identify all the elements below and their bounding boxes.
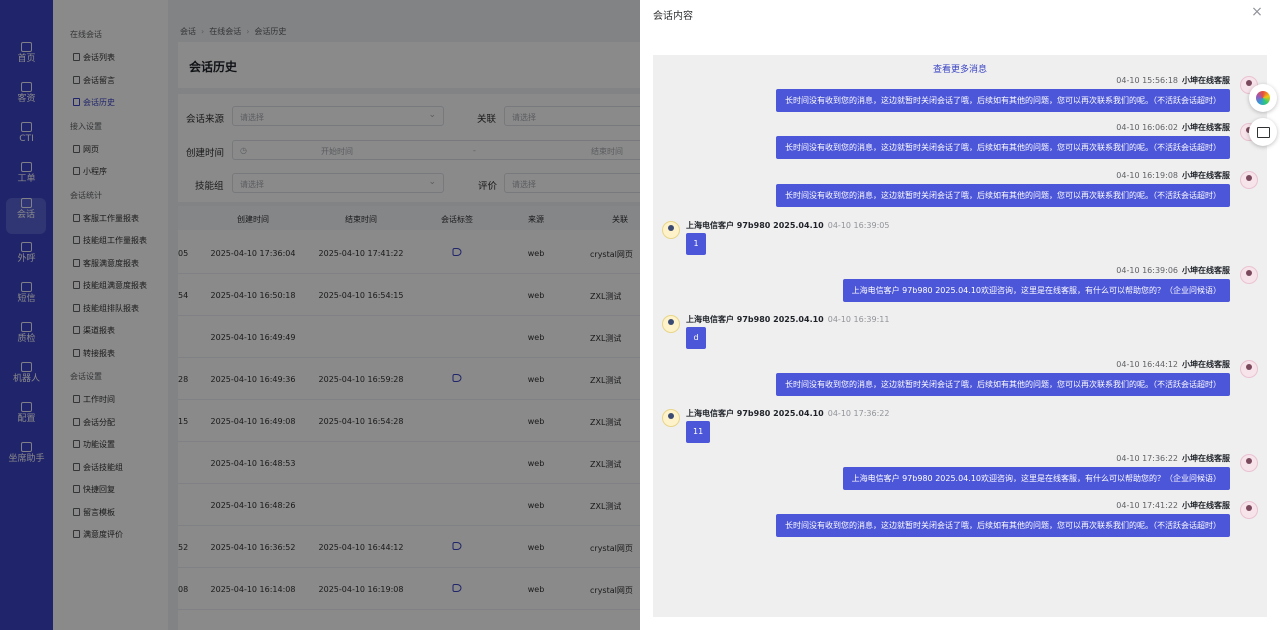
book-icon[interactable] xyxy=(1249,118,1277,146)
message-time: 04-10 16:19:08 xyxy=(1116,171,1178,180)
customer-avatar xyxy=(662,409,680,427)
message-sender: 上海电信客户 97b980 2025.04.10 xyxy=(686,315,824,324)
message-meta: 04-10 16:44:12 小坤在线客服 xyxy=(1116,359,1230,370)
close-icon[interactable]: × xyxy=(1250,4,1264,20)
message-meta: 04-10 16:06:02 小坤在线客服 xyxy=(1116,122,1230,133)
palette-icon[interactable] xyxy=(1249,84,1277,112)
message-time: 04-10 16:39:05 xyxy=(827,221,890,230)
drawer-title: 会话内容 xyxy=(653,11,693,22)
message-time: 04-10 15:56:18 xyxy=(1116,76,1178,85)
message-sender: 小坤在线客服 xyxy=(1182,501,1230,510)
message-meta: 04-10 17:36:22 小坤在线客服 xyxy=(1116,453,1230,464)
customer-avatar xyxy=(662,315,680,333)
message-sender: 小坤在线客服 xyxy=(1182,171,1230,180)
load-more-link[interactable]: 查看更多消息 xyxy=(653,62,1267,75)
message-time: 04-10 17:41:22 xyxy=(1116,501,1178,510)
message-time: 04-10 16:06:02 xyxy=(1116,123,1178,132)
agent-avatar xyxy=(1240,360,1258,378)
message-sender: 上海电信客户 97b980 2025.04.10 xyxy=(686,221,824,230)
message-sender: 小坤在线客服 xyxy=(1182,123,1230,132)
message-meta: 04-10 17:41:22 小坤在线客服 xyxy=(1116,500,1230,511)
message-sender: 上海电信客户 97b980 2025.04.10 xyxy=(686,409,824,418)
message-meta: 上海电信客户 97b980 2025.04.10 04-10 16:39:11 xyxy=(686,314,889,325)
message-time: 04-10 16:39:11 xyxy=(827,315,890,324)
message-bubble: d xyxy=(686,327,706,349)
message-meta: 04-10 15:56:18 小坤在线客服 xyxy=(1116,75,1230,86)
message-sender: 小坤在线客服 xyxy=(1182,266,1230,275)
message-bubble: 长时间没有收到您的消息，这边就暂时关闭会话了哦，后续如有其他的问题，您可以再次联… xyxy=(776,373,1230,396)
message-meta: 04-10 16:39:06 小坤在线客服 xyxy=(1116,265,1230,276)
agent-avatar xyxy=(1240,266,1258,284)
agent-avatar xyxy=(1240,171,1258,189)
message-bubble: 11 xyxy=(686,421,711,443)
message-sender: 小坤在线客服 xyxy=(1182,454,1230,463)
message-time: 04-10 17:36:22 xyxy=(1116,454,1178,463)
message-meta: 上海电信客户 97b980 2025.04.10 04-10 16:39:05 xyxy=(686,220,889,231)
message-time: 04-10 16:44:12 xyxy=(1116,360,1178,369)
customer-avatar xyxy=(662,221,680,239)
message-sender: 小坤在线客服 xyxy=(1182,76,1230,85)
message-meta: 上海电信客户 97b980 2025.04.10 04-10 17:36:22 xyxy=(686,408,889,419)
message-bubble: 1 xyxy=(686,233,706,255)
message-meta: 04-10 16:19:08 小坤在线客服 xyxy=(1116,170,1230,181)
message-bubble: 长时间没有收到您的消息，这边就暂时关闭会话了哦，后续如有其他的问题，您可以再次联… xyxy=(776,184,1230,207)
message-time: 04-10 17:36:22 xyxy=(827,409,890,418)
message-bubble: 上海电信客户 97b980 2025.04.10欢迎咨询，这里是在线客服，有什么… xyxy=(842,467,1230,490)
message-bubble: 上海电信客户 97b980 2025.04.10欢迎咨询，这里是在线客服，有什么… xyxy=(842,279,1230,302)
message-time: 04-10 16:39:06 xyxy=(1116,266,1178,275)
agent-avatar xyxy=(1240,454,1258,472)
message-bubble: 长时间没有收到您的消息，这边就暂时关闭会话了哦，后续如有其他的问题，您可以再次联… xyxy=(776,514,1230,537)
modal-overlay[interactable] xyxy=(0,0,640,630)
message-bubble: 长时间没有收到您的消息，这边就暂时关闭会话了哦，后续如有其他的问题，您可以再次联… xyxy=(776,136,1230,159)
message-sender: 小坤在线客服 xyxy=(1182,360,1230,369)
agent-avatar xyxy=(1240,501,1258,519)
conversation-drawer: 会话内容 × 查看更多消息 04-10 15:56:18 小坤在线客服 长时间没有收… xyxy=(640,0,1280,630)
chat-panel: 查看更多消息 04-10 15:56:18 小坤在线客服 长时间没有收到您的消息，这… xyxy=(653,55,1267,617)
message-bubble: 长时间没有收到您的消息，这边就暂时关闭会话了哦，后续如有其他的问题，您可以再次联… xyxy=(776,89,1230,112)
